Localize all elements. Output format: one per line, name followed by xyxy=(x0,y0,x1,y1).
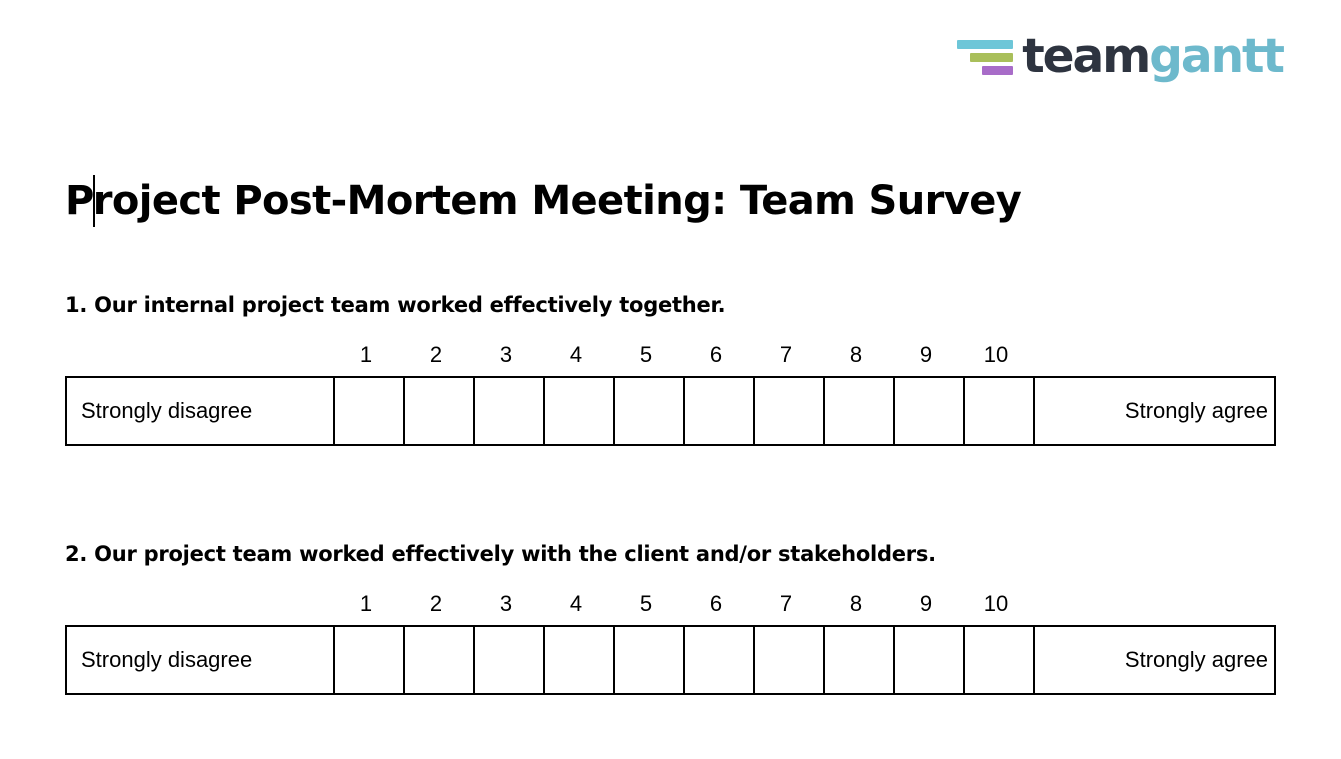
scale-number-1: 1 xyxy=(359,342,373,368)
number-row-spacer-left xyxy=(65,589,331,619)
scale-number-10: 10 xyxy=(983,342,1009,368)
scale-option-4[interactable] xyxy=(545,627,615,694)
survey-question-1: 1. Our internal project team worked effe… xyxy=(65,227,1276,447)
scale-number-3: 3 xyxy=(499,342,513,368)
scale-option-10[interactable] xyxy=(965,627,1035,694)
scale-number-7: 7 xyxy=(779,591,793,617)
page-title-text-before-caret: P xyxy=(65,178,94,224)
number-row-spacer-right xyxy=(1031,589,1276,619)
scale-number-6: 6 xyxy=(709,342,723,368)
scale-low-label: Strongly disagree xyxy=(81,647,253,673)
likert-scale-table-2: Strongly disagree Strongly agree xyxy=(65,625,1276,696)
scale-number-8: 8 xyxy=(849,591,863,617)
scale-number-6: 6 xyxy=(709,591,723,617)
scale-option-5[interactable] xyxy=(615,378,685,445)
scale-high-label: Strongly agree xyxy=(1124,398,1268,424)
scale-option-6[interactable] xyxy=(685,627,755,694)
scale-number-row-1: 1 2 3 4 5 6 7 8 9 10 xyxy=(65,340,1276,370)
scale-number-9: 9 xyxy=(919,591,933,617)
scale-number-5: 5 xyxy=(639,591,653,617)
scale-number-8: 8 xyxy=(849,342,863,368)
likert-scale-table-1: Strongly disagree Strongly agree xyxy=(65,376,1276,447)
scale-option-2[interactable] xyxy=(405,627,475,694)
scale-option-8[interactable] xyxy=(825,378,895,445)
scale-number-1: 1 xyxy=(359,591,373,617)
scale-number-3: 3 xyxy=(499,591,513,617)
scale-option-3[interactable] xyxy=(475,378,545,445)
scale-high-label-cell: Strongly agree xyxy=(1035,627,1282,693)
scale-option-5[interactable] xyxy=(615,627,685,694)
number-row-spacer-right xyxy=(1031,340,1276,370)
scale-high-label-cell: Strongly agree xyxy=(1035,378,1282,444)
survey-question-2: 2. Our project team worked effectively w… xyxy=(65,446,1276,696)
scale-number-5: 5 xyxy=(639,342,653,368)
scale-number-7: 7 xyxy=(779,342,793,368)
scale-option-3[interactable] xyxy=(475,627,545,694)
scale-high-label: Strongly agree xyxy=(1124,647,1268,673)
scale-number-2: 2 xyxy=(429,591,443,617)
scale-low-label-cell: Strongly disagree xyxy=(67,627,335,694)
scale-option-7[interactable] xyxy=(755,378,825,445)
document-body: Project Post-Mortem Meeting: Team Survey… xyxy=(65,0,1276,696)
scale-option-1[interactable] xyxy=(335,378,405,445)
scale-option-2[interactable] xyxy=(405,378,475,445)
scale-number-row-2: 1 2 3 4 5 6 7 8 9 10 xyxy=(65,589,1276,619)
scale-option-9[interactable] xyxy=(895,627,965,694)
scale-number-4: 4 xyxy=(569,342,583,368)
scale-low-label: Strongly disagree xyxy=(81,398,253,424)
scale-number-2: 2 xyxy=(429,342,443,368)
scale-option-4[interactable] xyxy=(545,378,615,445)
scale-option-6[interactable] xyxy=(685,378,755,445)
page-title[interactable]: Project Post-Mortem Meeting: Team Survey xyxy=(65,0,1276,227)
scale-number-4: 4 xyxy=(569,591,583,617)
scale-number-10: 10 xyxy=(983,591,1009,617)
number-row-spacer-left xyxy=(65,340,331,370)
scale-option-8[interactable] xyxy=(825,627,895,694)
page-title-text-after-caret: roject Post-Mortem Meeting: Team Survey xyxy=(92,178,1022,224)
scale-option-10[interactable] xyxy=(965,378,1035,445)
question-1-text: 1. Our internal project team worked effe… xyxy=(65,293,726,317)
scale-number-9: 9 xyxy=(919,342,933,368)
question-2-text: 2. Our project team worked effectively w… xyxy=(65,542,936,567)
scale-option-7[interactable] xyxy=(755,627,825,694)
scale-option-9[interactable] xyxy=(895,378,965,445)
scale-option-1[interactable] xyxy=(335,627,405,694)
scale-low-label-cell: Strongly disagree xyxy=(67,378,335,445)
